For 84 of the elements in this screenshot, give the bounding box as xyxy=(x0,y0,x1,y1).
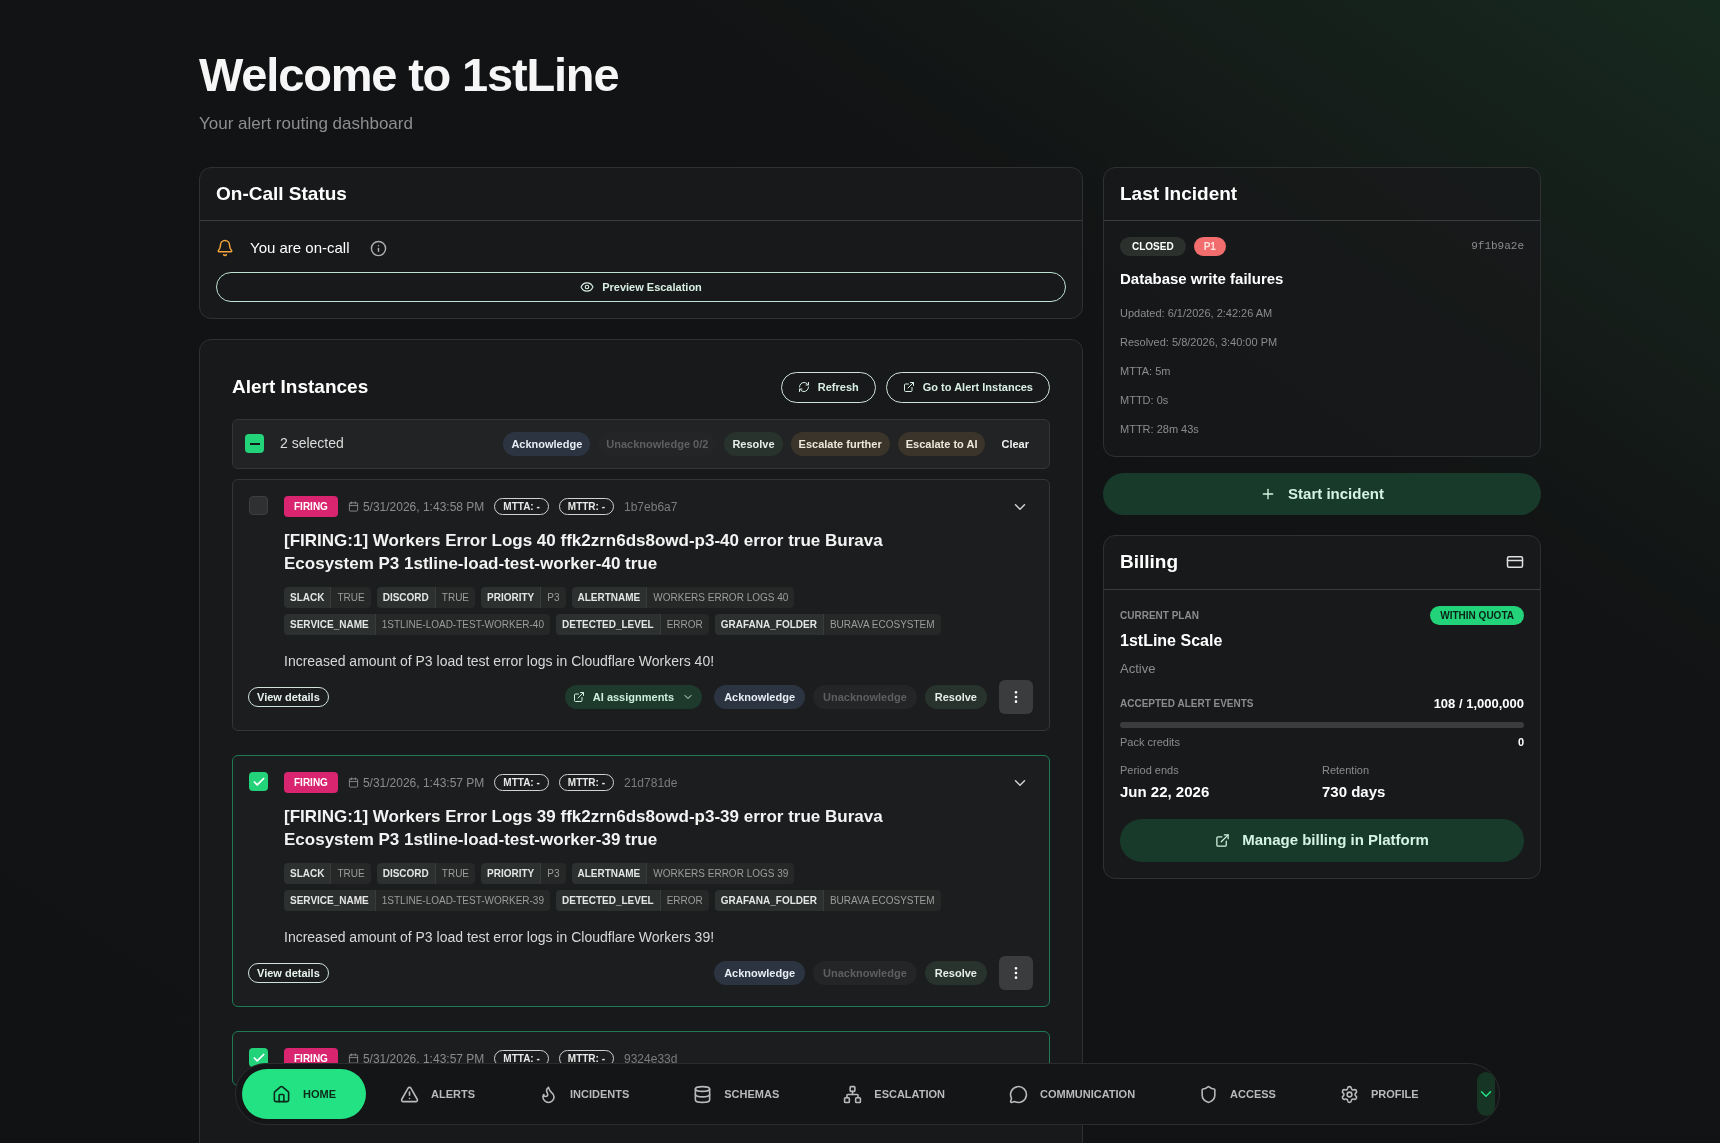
external-link-icon xyxy=(902,381,915,394)
nav-tab[interactable]: PROFILE xyxy=(1309,1069,1449,1119)
alert-id: 1b7eb6a7 xyxy=(624,498,678,516)
action-button[interactable]: Acknowledge xyxy=(503,431,591,456)
minus-icon xyxy=(249,442,260,445)
eye-icon xyxy=(580,279,595,294)
external-link-icon xyxy=(572,691,585,703)
checkbox[interactable] xyxy=(249,496,268,515)
alert-time: 5/31/2026, 1:43:57 PM xyxy=(362,774,485,792)
priority-badge: P1 xyxy=(1193,237,1226,256)
nav-icon xyxy=(539,1084,558,1104)
status-badge: FIRING xyxy=(284,772,338,793)
quota-badge: WITHIN QUOTA xyxy=(1430,605,1524,625)
nav-tab[interactable]: ACCESS xyxy=(1169,1069,1306,1119)
action-button[interactable]: Clear xyxy=(993,431,1037,456)
nav-icon xyxy=(1199,1084,1219,1104)
action-button[interactable]: Resolve xyxy=(724,431,783,456)
incident-detail: Updated: 6/1/2026, 2:42:26 AM xyxy=(1120,305,1274,321)
incident-detail: MTTR: 28m 43s xyxy=(1120,421,1200,437)
nav-icon xyxy=(272,1084,291,1104)
nav-icon xyxy=(400,1084,419,1104)
incident-id: 9f1b9a2e xyxy=(1471,239,1524,255)
alert-title: [FIRING:1] Workers Error Logs 39 ffk2zrn6ds8owd-p3-39 error true Burava Ecosystem P3 1stline-load-test-worker-39 true xyxy=(284,806,884,851)
retention-label: Retention xyxy=(1322,763,1371,778)
events-value: 108 / 1,000,000 xyxy=(1433,695,1524,713)
action-button[interactable]: Resolve xyxy=(924,960,987,986)
selection-count: 2 selected xyxy=(280,434,345,454)
events-label: ACCEPTED ALERT EVENTS xyxy=(1120,697,1255,712)
nav-icon xyxy=(843,1084,863,1104)
page-subtitle: Your alert routing dashboard xyxy=(199,113,414,135)
checkbox[interactable] xyxy=(245,434,264,454)
alert-id: 21d781de xyxy=(624,774,678,792)
incident-detail: Resolved: 5/8/2026, 3:40:00 PM xyxy=(1120,334,1279,350)
manage-billing-button[interactable]: Manage billing in Platform xyxy=(1120,819,1524,862)
plan-label: CURRENT PLAN xyxy=(1120,608,1200,623)
period-label: Period ends xyxy=(1120,763,1180,778)
nav-tab[interactable]: INCIDENTS xyxy=(509,1069,660,1119)
page-title: Welcome to 1stLine xyxy=(199,47,620,103)
incident-detail: MTTA: 5m xyxy=(1120,363,1172,379)
credits-label: Pack credits xyxy=(1120,734,1181,750)
nav-icon xyxy=(1339,1084,1359,1104)
plan-status: Active xyxy=(1120,659,1157,678)
nav-icon xyxy=(693,1084,713,1104)
bell-icon xyxy=(216,239,234,258)
nav-icon xyxy=(1009,1084,1028,1104)
action-button[interactable]: Escalate to AI xyxy=(897,431,986,456)
external-link-icon xyxy=(1215,832,1231,848)
calendar-icon xyxy=(347,777,359,788)
collapse-button[interactable] xyxy=(1476,1072,1495,1116)
calendar-icon xyxy=(347,501,359,512)
refresh-icon xyxy=(797,381,810,394)
incident-title: Database write failures xyxy=(1120,269,1285,289)
nav-tab[interactable]: COMMUNICATION xyxy=(979,1069,1166,1119)
alert-description: Increased amount of P3 load test error logs in Cloudflare Workers 39! xyxy=(284,928,716,947)
status-badge: FIRING xyxy=(284,496,338,517)
nav-tab[interactable]: ESCALATION xyxy=(813,1069,975,1119)
credits-value: 0 xyxy=(1517,734,1524,750)
action-button[interactable]: Acknowledge xyxy=(714,684,806,710)
alert-time: 5/31/2026, 1:43:58 PM xyxy=(362,498,485,516)
incident-detail: MTTD: 0s xyxy=(1120,392,1170,408)
action-button[interactable]: Resolve xyxy=(924,684,987,710)
status-badge: CLOSED xyxy=(1120,237,1186,256)
card-title: On-Call Status xyxy=(200,167,1082,221)
nav-tab[interactable]: SCHEMAS xyxy=(663,1069,810,1119)
alert-description: Increased amount of P3 load test error logs in Cloudflare Workers 40! xyxy=(284,652,716,671)
on-call-status: You are on-call xyxy=(250,238,350,258)
ai-assignments-button[interactable]: AI assignments xyxy=(564,684,703,710)
start-incident-button[interactable]: Start incident xyxy=(1103,472,1541,515)
action-button[interactable]: Acknowledge xyxy=(714,960,806,986)
nav-tab[interactable]: HOME xyxy=(242,1069,366,1119)
calendar-icon xyxy=(347,1053,359,1064)
period-value: Jun 22, 2026 xyxy=(1120,781,1211,802)
section-title: Alert Instances xyxy=(232,375,370,399)
info-icon[interactable] xyxy=(369,239,387,257)
nav-tab[interactable]: ALERTS xyxy=(370,1069,505,1119)
retention-value: 730 days xyxy=(1322,781,1387,802)
card-title: Billing xyxy=(1120,550,1180,574)
alert-time: 5/31/2026, 1:43:57 PM xyxy=(362,1050,485,1068)
alert-id: 9324e33d xyxy=(624,1050,678,1068)
checkbox[interactable] xyxy=(249,772,268,791)
alert-title: [FIRING:1] Workers Error Logs 40 ffk2zrn6ds8owd-p3-40 error true Burava Ecosystem P3 1stline-load-test-worker-40 true xyxy=(284,530,884,575)
action-button[interactable]: Escalate further xyxy=(790,431,890,456)
card-title: Last Incident xyxy=(1104,167,1540,221)
plan-name: 1stLine Scale xyxy=(1120,630,1224,651)
